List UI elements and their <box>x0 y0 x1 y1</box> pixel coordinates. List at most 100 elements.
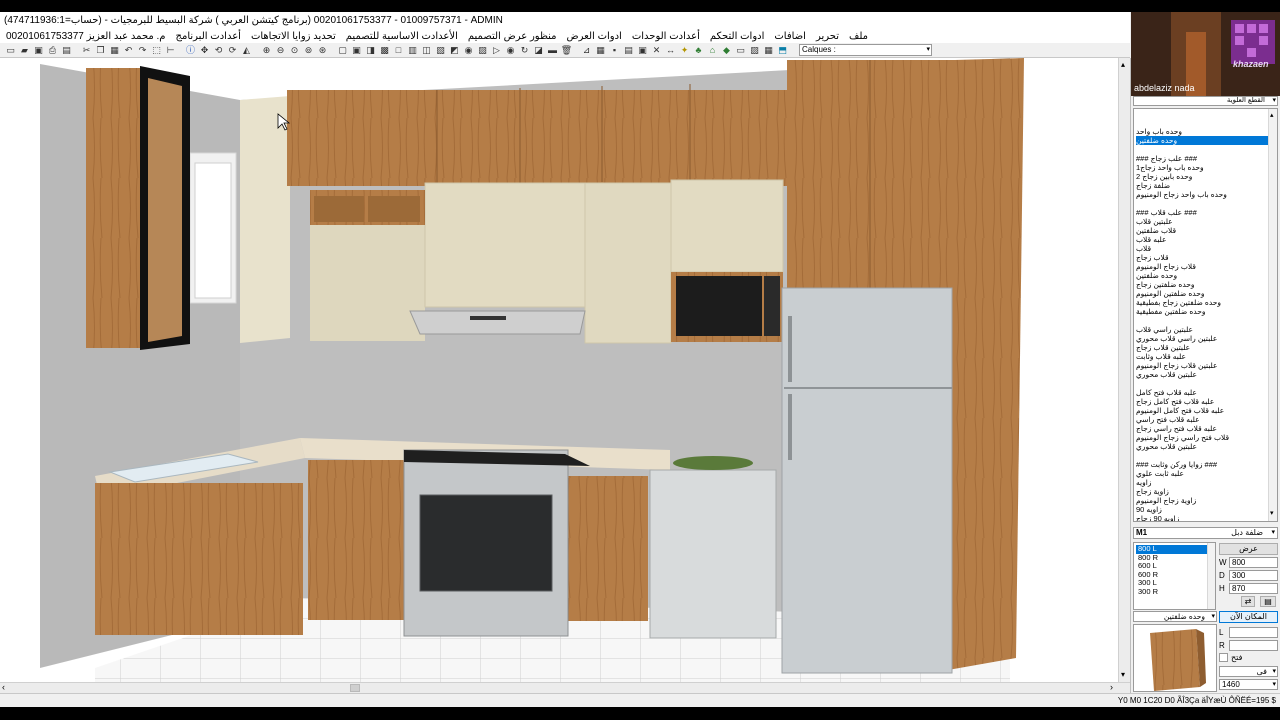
catalog-item[interactable]: وحده باب واحد <box>1136 127 1268 136</box>
zoom-out-icon[interactable]: ⊖ <box>274 44 287 56</box>
catalog-item[interactable]: علبه قلاب فتح كامل <box>1136 388 1268 397</box>
variant-select[interactable]: وحده ضلفتين ▾ <box>1133 611 1217 622</box>
view-plan-icon[interactable]: ▥ <box>406 44 419 56</box>
place-now-button[interactable]: المكان الآن <box>1219 611 1278 623</box>
viewport-vertical-scrollbar[interactable]: ▴ ▾ <box>1118 58 1130 682</box>
size-list-scrollbar[interactable] <box>1207 543 1215 609</box>
save-icon[interactable]: ▣ <box>32 44 45 56</box>
width-field[interactable]: 800 <box>1229 557 1278 568</box>
catalog-item[interactable]: ### زوايا وركن وثابت ### <box>1136 460 1268 469</box>
plant-icon[interactable]: ♣ <box>692 44 705 56</box>
catalog-item[interactable]: قلاب فتح راسي زجاج الومنيوم <box>1136 433 1268 442</box>
catalog-item[interactable]: علبه قلاب فتح راسي زجاج <box>1136 424 1268 433</box>
menu-basic-design-settings[interactable]: الأعدادت الاساسية للتصميم <box>346 30 458 43</box>
copy-icon[interactable]: ❐ <box>94 44 107 56</box>
snap-icon[interactable]: ▪ <box>608 44 621 56</box>
object-icon[interactable]: ▣ <box>636 44 649 56</box>
close-x-icon[interactable]: ✕ <box>650 44 663 56</box>
model-select[interactable]: M1 ضلفة دبل ▾ <box>1133 527 1278 539</box>
scroll-left-icon[interactable]: ‹ <box>2 682 5 692</box>
catalog-item[interactable]: علبه قلاب فتح كامل زجاج <box>1136 397 1268 406</box>
catalog-item[interactable]: ضلفة زجاج <box>1136 181 1268 190</box>
menu-unit-settings[interactable]: أعدادت الوحدات <box>632 30 700 43</box>
size-item[interactable]: 300 R <box>1136 587 1207 597</box>
help-icon[interactable]: ⬒ <box>776 44 789 56</box>
camera-icon[interactable]: ◉ <box>462 44 475 56</box>
light-icon[interactable]: ✦ <box>678 44 691 56</box>
view-3d-icon[interactable]: ◨ <box>364 44 377 56</box>
catalog-item[interactable]: وحده ضلفتين زجاج بفطيقية <box>1136 298 1268 307</box>
catalog-item[interactable]: وحده بابين زجاج 2 <box>1136 172 1268 181</box>
select-icon[interactable]: ⬚ <box>150 44 163 56</box>
catalog-item[interactable]: علبتين قلاب <box>1136 217 1268 226</box>
scroll-down-icon[interactable]: ▾ <box>1121 670 1125 679</box>
undo-icon[interactable]: ↶ <box>122 44 135 56</box>
catalog-item[interactable]: علبتين قلاب زجاج الومنيوم <box>1136 361 1268 370</box>
redo-icon[interactable]: ↷ <box>136 44 149 56</box>
measure-icon[interactable]: ↔ <box>664 44 677 56</box>
catalog-item[interactable]: وحده ضلفتين زجاج <box>1136 280 1268 289</box>
catalog-item[interactable]: علبتين قلاب محوري <box>1136 442 1268 451</box>
view-iso-icon[interactable]: ◫ <box>420 44 433 56</box>
height-field[interactable]: 870 <box>1229 583 1278 594</box>
align-icon[interactable]: ⊿ <box>580 44 593 56</box>
catalog-item[interactable]: علبتين قلاب زجاج <box>1136 343 1268 352</box>
menu-file[interactable]: ملف <box>849 30 868 43</box>
scroll-up-icon[interactable]: ▴ <box>1270 111 1274 119</box>
swap-icon[interactable]: ⇄ <box>1241 596 1255 607</box>
menu-view-tools[interactable]: ادوات العرض <box>567 30 622 43</box>
rotate-right-icon[interactable]: ⟳ <box>226 44 239 56</box>
scroll-up-icon[interactable]: ▴ <box>1121 60 1125 69</box>
layout-icon[interactable]: ▤ <box>1260 596 1276 607</box>
catalog-item[interactable]: علبه قلاب فتح كامل الومنيوم <box>1136 406 1268 415</box>
menu-direction-angles[interactable]: تحديد زوايا الاتجاهات <box>251 30 336 43</box>
view-wire-icon[interactable]: ▩ <box>378 44 391 56</box>
catalog-item-list[interactable]: وحده باب واحد وحده ضلفتين ### علب زجاج ###… <box>1133 108 1278 522</box>
render-icon[interactable]: ◩ <box>448 44 461 56</box>
catalog-item[interactable]: وحده ضلفتين <box>1136 136 1268 145</box>
catalog-item[interactable]: وحده ضلفتين <box>1136 271 1268 280</box>
size-list[interactable]: 800 L 800 R 600 L 600 R 300 L 300 R <box>1133 542 1216 610</box>
move-icon[interactable]: ✥ <box>198 44 211 56</box>
catalog-item[interactable]: علبه قلاب وثابت <box>1136 352 1268 361</box>
color-icon[interactable]: ◆ <box>720 44 733 56</box>
menu-design-perspective[interactable]: منظور عرض التصميم <box>468 30 557 43</box>
grid-icon[interactable]: ▦ <box>594 44 607 56</box>
catalog-item[interactable]: وحده باب واحد زجاج الومنيوم <box>1136 190 1268 199</box>
menu-program-settings[interactable]: أعدادت البرنامج <box>176 30 241 43</box>
layer-icon[interactable]: ▤ <box>622 44 635 56</box>
zoom-all-icon[interactable]: ⊚ <box>302 44 315 56</box>
section-icon[interactable]: ◪ <box>532 44 545 56</box>
delete-icon[interactable]: 🗑 <box>560 44 573 56</box>
paste-icon[interactable]: ▦ <box>108 44 121 56</box>
refresh-icon[interactable]: ↻ <box>518 44 531 56</box>
rotate-left-icon[interactable]: ⟲ <box>212 44 225 56</box>
catalog-item[interactable]: قلاب زجاج <box>1136 253 1268 262</box>
menu-edit[interactable]: تحرير <box>816 30 839 43</box>
print-preview-icon[interactable]: ▤ <box>60 44 73 56</box>
category-select[interactable]: القطع العلوية ▾ <box>1133 96 1278 106</box>
catalog-item[interactable]: وحده ضلفتين الومنيوم <box>1136 289 1268 298</box>
print-icon[interactable]: ⎙ <box>46 44 59 56</box>
new-file-icon[interactable]: ▭ <box>4 44 17 56</box>
open-folder-icon[interactable]: ▰ <box>18 44 31 56</box>
r-field[interactable] <box>1229 640 1278 651</box>
catalog-item[interactable]: زاويه <box>1136 478 1268 487</box>
menu-addons[interactable]: اضافات <box>774 30 806 43</box>
catalog-item[interactable]: ### علب زجاج ### <box>1136 154 1268 163</box>
viewport-horizontal-scrollbar[interactable]: ‹ › <box>0 682 1130 693</box>
view-top-icon[interactable]: ▢ <box>336 44 349 56</box>
menu-control-tools[interactable]: ادوات التحكم <box>710 30 765 43</box>
catalog-item[interactable]: علبه قلاب <box>1136 235 1268 244</box>
catalog-list-scrollbar[interactable]: ▴ ▾ <box>1268 109 1277 521</box>
zoom-in-icon[interactable]: ⊕ <box>260 44 273 56</box>
width-button[interactable]: عرض <box>1219 543 1278 555</box>
scroll-thumb[interactable] <box>350 684 360 692</box>
view-layout-icon[interactable]: ▧ <box>434 44 447 56</box>
open-checkbox[interactable] <box>1219 653 1228 662</box>
frame-icon[interactable]: ▭ <box>734 44 747 56</box>
dimension-icon[interactable]: ⊢ <box>164 44 177 56</box>
l-field[interactable] <box>1229 627 1278 638</box>
catalog-item[interactable]: وحده ضلفتين مفطيقية <box>1136 307 1268 316</box>
catalog-item[interactable]: علبتين راسي قلاب محوري <box>1136 334 1268 343</box>
